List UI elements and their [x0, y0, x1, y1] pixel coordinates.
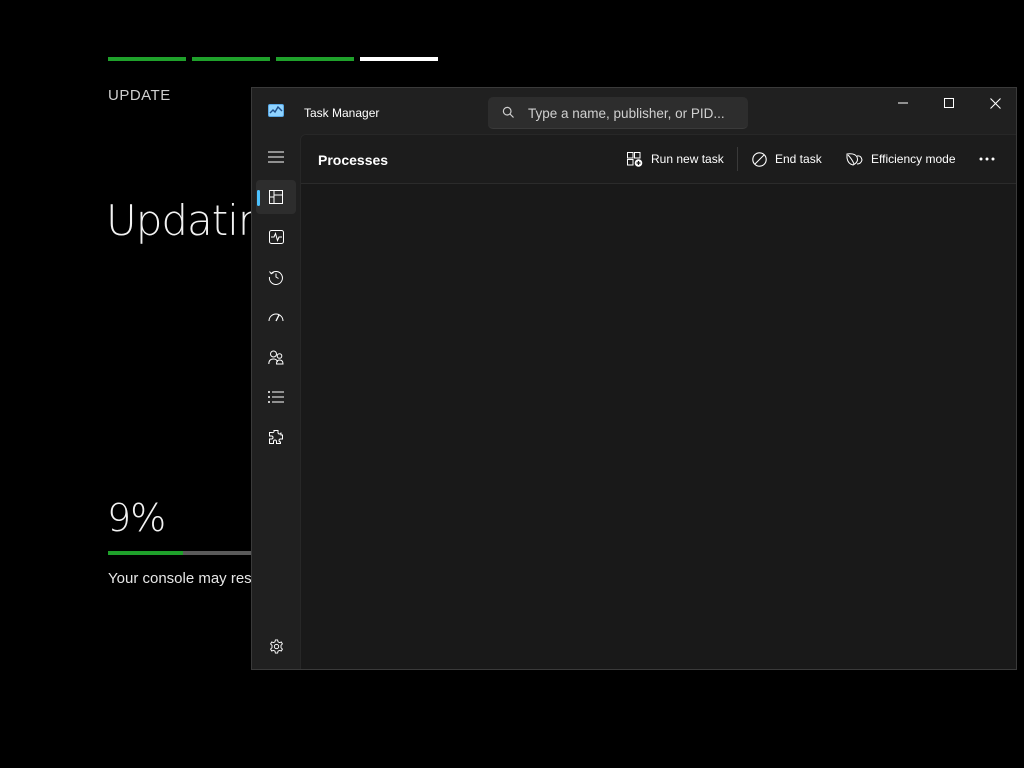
update-section-label: UPDATE [108, 87, 171, 104]
details-icon [268, 391, 284, 403]
end-task-label: End task [775, 152, 822, 166]
hamburger-icon [268, 151, 284, 163]
search-icon [502, 106, 515, 119]
step-4 [360, 57, 438, 61]
efficiency-mode-label: Efficiency mode [871, 152, 956, 166]
active-indicator [257, 190, 260, 206]
task-manager-app-icon [268, 104, 284, 117]
window-title: Task Manager [304, 106, 380, 120]
users-icon [268, 350, 284, 364]
efficiency-mode-button[interactable]: Efficiency mode [838, 143, 964, 175]
performance-icon [268, 230, 284, 244]
sidebar-item-processes[interactable] [256, 180, 296, 214]
close-icon [989, 97, 1001, 109]
end-task-button[interactable]: End task [744, 143, 830, 175]
restart-message: Your console may restart [108, 570, 274, 587]
startup-icon [268, 313, 284, 322]
gear-icon [269, 638, 283, 654]
minimize-icon [898, 102, 908, 104]
search-input[interactable] [528, 97, 740, 129]
title-bar[interactable]: Task Manager [252, 88, 1016, 134]
more-icon [979, 157, 995, 161]
sidebar-item-services[interactable] [256, 420, 296, 454]
services-icon [269, 430, 283, 444]
history-icon [268, 271, 283, 285]
step-2 [192, 57, 270, 61]
step-1 [108, 57, 186, 61]
sidebar-item-users[interactable] [256, 340, 296, 374]
sidebar-item-settings[interactable] [256, 629, 296, 663]
maximize-button[interactable] [926, 88, 972, 118]
leaf-icon [846, 152, 863, 166]
sidebar-item-startup-apps[interactable] [256, 300, 296, 334]
run-new-task-label: Run new task [651, 152, 724, 166]
processes-page: Processes Run new task End task Efficien… [300, 134, 1016, 669]
update-percent: 9% [107, 496, 166, 540]
run-new-task-icon [627, 151, 643, 167]
update-steps [108, 57, 438, 61]
toolbar-separator [737, 147, 738, 171]
maximize-icon [944, 98, 954, 108]
sidebar-item-app-history[interactable] [256, 260, 296, 294]
sidebar-item-details[interactable] [256, 380, 296, 414]
more-options-button[interactable] [971, 143, 1003, 175]
command-bar: Processes Run new task End task Efficien… [301, 135, 1016, 184]
step-3 [276, 57, 354, 61]
minimize-button[interactable] [880, 88, 926, 118]
page-title: Processes [318, 152, 389, 168]
update-progress-fill [108, 551, 183, 555]
task-manager-window: Task Manager Type a name, publisher, or … [251, 87, 1017, 670]
update-progress-bar [108, 551, 258, 555]
nav-menu-button[interactable] [256, 140, 296, 174]
processes-icon [269, 190, 283, 204]
sidebar-item-performance[interactable] [256, 220, 296, 254]
run-new-task-button[interactable]: Run new task [619, 143, 732, 175]
end-task-icon [752, 151, 767, 167]
navigation-sidebar [252, 134, 300, 669]
search-box[interactable] [488, 97, 748, 129]
close-button[interactable] [972, 88, 1016, 118]
